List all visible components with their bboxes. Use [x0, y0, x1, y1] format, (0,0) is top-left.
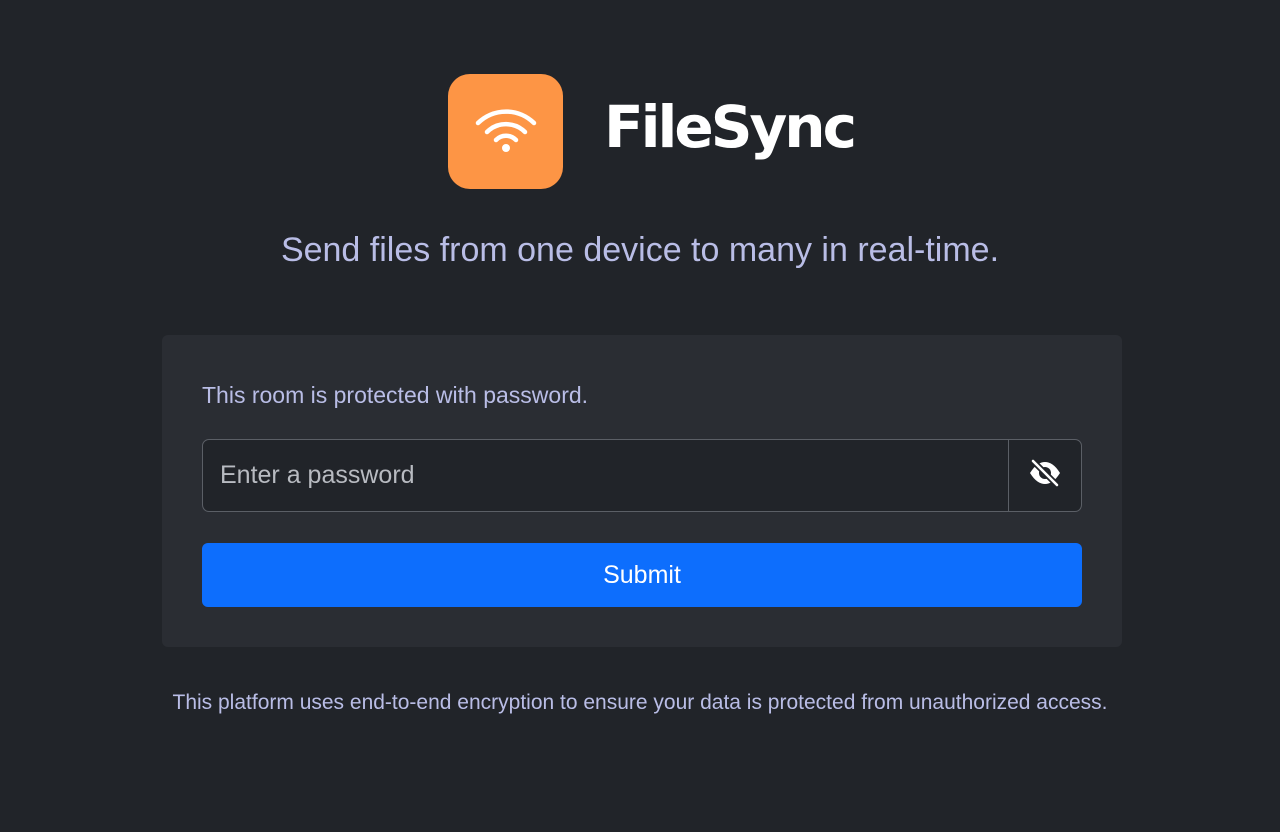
app-name: FileSync: [604, 93, 857, 161]
submit-button[interactable]: Submit: [202, 543, 1082, 607]
password-card: This room is protected with password. Su…: [162, 335, 1122, 647]
eye-slash-icon: [1028, 458, 1062, 493]
wifi-icon: [474, 107, 538, 155]
brand-header: FileSync: [448, 73, 857, 189]
app-logo: [448, 73, 563, 189]
password-input-group: [202, 439, 1082, 512]
tagline: Send files from one device to many in re…: [280, 231, 1000, 269]
password-input[interactable]: [203, 440, 1008, 511]
toggle-password-visibility-button[interactable]: [1008, 440, 1081, 511]
password-prompt: This room is protected with password.: [202, 382, 589, 408]
encryption-note: This platform uses end-to-end encryption…: [172, 691, 1108, 714]
password-page: FileSync Send files from one device to m…: [0, 0, 1280, 832]
